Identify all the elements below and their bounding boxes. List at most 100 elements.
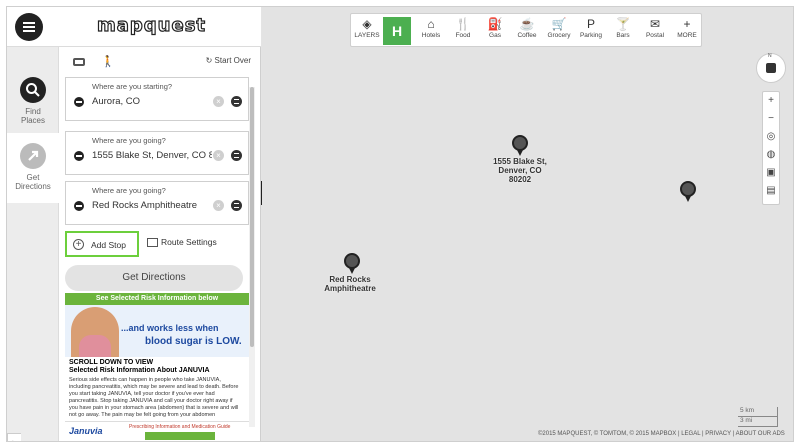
field-value[interactable]: Red Rocks Amphitheatre [92, 200, 212, 211]
recenter-icon[interactable] [766, 63, 776, 73]
pin-label-line: Red Rocks [329, 275, 371, 284]
start-over-label: Start Over [214, 56, 251, 65]
help-tab[interactable]: Help [7, 433, 21, 441]
rail-find-label-1: Find [25, 107, 41, 116]
hamburger-menu-icon[interactable] [15, 13, 43, 41]
options-icon[interactable] [231, 150, 242, 161]
map-scale: 5 km 3 mi [738, 407, 778, 427]
start-over-link[interactable]: ↻ Start Over [206, 56, 251, 65]
ad-scroll-hint: SCROLL DOWN TO VIEW [69, 359, 154, 366]
poi-toolbar: ◈ LAYERS H ⌂ Hotels 🍴 Food ⛽ Gas ☕ Coffee 🛒 Grocery P… [350, 13, 702, 47]
travel-mode-row: 🚶 ↻ Start Over [59, 47, 259, 75]
poi-label: Grocery [547, 32, 571, 39]
scale-mi: 3 mi [738, 417, 778, 427]
options-icon[interactable] [231, 200, 242, 211]
pin-label-line: Amphitheatre [324, 284, 376, 293]
traffic-car-icon[interactable]: ▣ [763, 164, 779, 182]
globe-icon[interactable]: ◍ [763, 146, 779, 164]
locate-me-icon[interactable]: ◎ [763, 128, 779, 146]
ad-image: ...and works less when blood sugar is LO… [65, 305, 249, 357]
options-icon[interactable] [231, 96, 242, 107]
mapquest-logo[interactable]: mapquest [96, 14, 206, 36]
poi-label: LAYERS [354, 32, 380, 39]
poi-hotel-brand-button[interactable]: H [383, 17, 411, 45]
pin-red-rocks[interactable] [344, 253, 360, 274]
map-canvas[interactable]: ◈ LAYERS H ⌂ Hotels 🍴 Food ⛽ Gas ☕ Coffee 🛒 Grocery P… [262, 7, 793, 441]
settings-sliders-icon [147, 238, 158, 248]
advertisement[interactable]: See Selected Risk Information below ...a… [65, 293, 249, 441]
route-settings-label: Route Settings [161, 237, 217, 247]
poi-label: Bars [616, 32, 630, 39]
pin-red-rocks-label: Red Rocks Amphitheatre [308, 275, 392, 293]
field-label: Where are you starting? [92, 82, 173, 91]
field-value[interactable]: 1555 Blake St, Denver, CO 8... [92, 150, 212, 161]
poi-layers-button[interactable]: ◈ LAYERS [351, 14, 383, 48]
ad-headline: Selected Risk Information About JANUVIA [69, 367, 210, 374]
top-bar: mapquest [7, 7, 261, 47]
add-stop-label: Add Stop [91, 240, 126, 250]
poi-coffee-button[interactable]: ☕ Coffee [511, 14, 543, 48]
poi-gas-button[interactable]: ⛽ Gas [479, 14, 511, 48]
map-copyright[interactable]: ©2015 MAPQUEST, © TOMTOM, © 2015 MAPBOX … [538, 431, 785, 437]
poi-food-button[interactable]: 🍴 Food [447, 14, 479, 48]
coffee-icon: ☕ [519, 17, 535, 31]
zoom-out-button[interactable]: − [763, 110, 779, 128]
clear-icon[interactable]: × [213, 200, 224, 211]
poi-more-button[interactable]: + MORE [671, 14, 703, 48]
route-settings-button[interactable]: Route Settings [147, 237, 217, 248]
directions-arrow-icon [20, 143, 46, 169]
poi-label: Coffee [517, 32, 537, 39]
ad-body-text: Serious side effects can happen in peopl… [69, 377, 239, 418]
remove-stop-icon[interactable] [74, 97, 84, 107]
rail-find-places[interactable]: Find Places [7, 77, 59, 125]
poi-postal-button[interactable]: ✉ Postal [639, 14, 671, 48]
get-directions-button[interactable]: Get Directions [65, 265, 243, 291]
clear-icon[interactable]: × [213, 150, 224, 161]
ad-person-image [71, 307, 119, 357]
pan-control[interactable]: N [756, 53, 786, 83]
add-stop-button[interactable]: + Add Stop [65, 231, 139, 257]
ad-cta-button[interactable] [145, 432, 215, 440]
poi-label: Hotels [421, 32, 441, 39]
pin-blake-st[interactable] [512, 135, 528, 156]
parking-icon: P [586, 17, 595, 31]
ad-banner[interactable]: See Selected Risk Information below [65, 293, 249, 305]
zoom-in-button[interactable]: + [763, 92, 779, 110]
pin-label-line: 1555 Blake St, [493, 157, 547, 166]
field-value[interactable]: Aurora, CO [92, 96, 212, 107]
poi-parking-button[interactable]: P Parking [575, 14, 607, 48]
layers-icon: ◈ [362, 17, 372, 31]
left-rail: Find Places Get Directions Help [7, 47, 59, 441]
poi-label: Food [455, 32, 471, 39]
poi-grocery-button[interactable]: 🛒 Grocery [543, 14, 575, 48]
print-icon[interactable]: ▤ [763, 182, 779, 200]
destination-field-1[interactable]: Where are you going? 1555 Blake St, Denv… [65, 131, 249, 175]
poi-bars-button[interactable]: 🍸 Bars [607, 14, 639, 48]
pin-blake-st-label: 1555 Blake St, Denver, CO 80202 [480, 157, 560, 184]
pin-label-line: Denver, CO [498, 166, 542, 175]
field-label: Where are you going? [92, 186, 166, 195]
compass-north-label: N [768, 53, 772, 59]
pin-label-line: 80202 [508, 175, 532, 184]
ad-brand-logo[interactable]: Januvia [69, 426, 103, 436]
rail-get-directions[interactable]: Get Directions [7, 133, 59, 203]
pin-aurora[interactable] [680, 181, 696, 202]
poi-label: Parking [579, 32, 603, 39]
car-icon[interactable] [73, 58, 85, 66]
food-icon: 🍴 [455, 17, 471, 31]
panel-scrollbar[interactable] [249, 87, 255, 427]
ad-prescribing-link[interactable]: Prescribing Information and Medication G… [129, 424, 230, 430]
add-circle-icon: + [73, 239, 84, 250]
remove-stop-icon[interactable] [74, 201, 84, 211]
map-controls: + − ◎ ◍ ▣ ▤ [762, 91, 780, 205]
ad-slogan-1: ...and works less when [121, 323, 219, 333]
poi-hotel-button[interactable]: ⌂ Hotels [415, 14, 447, 48]
walk-icon[interactable]: 🚶 [101, 55, 115, 68]
rail-directions-label-1: Get [26, 173, 40, 182]
scrollbar-thumb[interactable] [250, 87, 254, 347]
hotel-icon: ⌂ [427, 17, 435, 31]
destination-field-2[interactable]: Where are you going? Red Rocks Amphithea… [65, 181, 249, 225]
start-location-field[interactable]: Where are you starting? Aurora, CO × [65, 77, 249, 121]
clear-icon[interactable]: × [213, 96, 224, 107]
remove-stop-icon[interactable] [74, 151, 84, 161]
